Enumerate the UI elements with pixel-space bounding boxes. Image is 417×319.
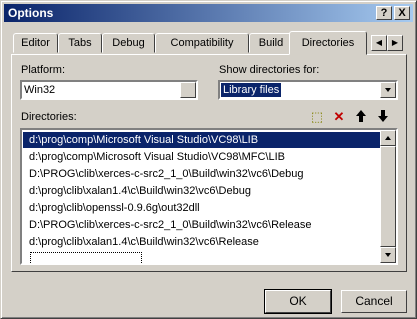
- list-scrollbar[interactable]: [380, 130, 396, 263]
- show-directories-select[interactable]: Library files: [218, 80, 398, 100]
- tab-tabs[interactable]: Tabs: [58, 33, 102, 53]
- tab-scroll-left-button[interactable]: ◀: [371, 35, 387, 51]
- list-item[interactable]: d:\prog\comp\Microsoft Visual Studio\VC9…: [23, 149, 381, 165]
- list-item[interactable]: d:\prog\comp\Microsoft Visual Studio\VC9…: [23, 132, 381, 148]
- tab-directories[interactable]: Directories: [289, 31, 367, 55]
- new-folder-icon[interactable]: ⬚: [309, 109, 325, 125]
- tab-scroll-right-button[interactable]: ▶: [387, 35, 403, 51]
- scroll-up-button[interactable]: [380, 130, 396, 146]
- show-directories-value: Library files: [221, 83, 282, 97]
- delete-icon[interactable]: ✕: [331, 109, 347, 125]
- window-title: Options: [8, 6, 54, 20]
- show-directories-label: Show directories for:: [219, 64, 320, 76]
- list-item[interactable]: D:\PROG\clib\xerces-c-src2_1_0\Build\win…: [23, 166, 381, 182]
- tab-build[interactable]: Build: [249, 33, 293, 53]
- help-button[interactable]: ?: [376, 6, 392, 20]
- platform-value: Win32: [24, 84, 56, 96]
- list-item[interactable]: d:\prog\clib\openssl-0.9.6g\out32dll: [23, 200, 381, 216]
- platform-select[interactable]: Win32 ▶: [20, 80, 198, 100]
- ok-button[interactable]: OK: [264, 289, 332, 314]
- tab-debug[interactable]: Debug: [102, 33, 155, 53]
- chevron-down-icon[interactable]: [380, 82, 396, 98]
- scroll-down-button[interactable]: [380, 247, 396, 263]
- list-item[interactable]: d:\prog\clib\xalan1.4\c\Build\win32\vc6\…: [23, 183, 381, 199]
- close-button[interactable]: X: [394, 6, 410, 20]
- tab-scroll: ◀ ▶: [371, 35, 403, 51]
- tab-compatibility[interactable]: Compatibility: [155, 33, 249, 53]
- move-up-icon[interactable]: [353, 109, 369, 125]
- list-item[interactable]: D:\PROG\clib\xerces-c-src2_1_0\Build\win…: [23, 217, 381, 233]
- platform-label: Platform:: [21, 64, 66, 76]
- options-dialog: Options ? X Editor Tabs Debug Compatibil…: [0, 0, 417, 319]
- new-entry-slot[interactable]: [30, 252, 142, 263]
- cancel-button[interactable]: Cancel: [341, 290, 407, 313]
- directories-list[interactable]: d:\prog\comp\Microsoft Visual Studio\VC9…: [20, 128, 398, 265]
- tab-editor[interactable]: Editor: [13, 33, 58, 53]
- title-bar[interactable]: Options ? X: [4, 4, 413, 22]
- chevron-down-icon[interactable]: ▶: [180, 82, 196, 98]
- scroll-thumb[interactable]: [380, 146, 396, 247]
- directories-label: Directories:: [21, 111, 77, 123]
- list-item[interactable]: d:\prog\clib\xalan1.4\c\Build\win32\vc6\…: [23, 234, 381, 250]
- move-down-icon[interactable]: [375, 109, 391, 125]
